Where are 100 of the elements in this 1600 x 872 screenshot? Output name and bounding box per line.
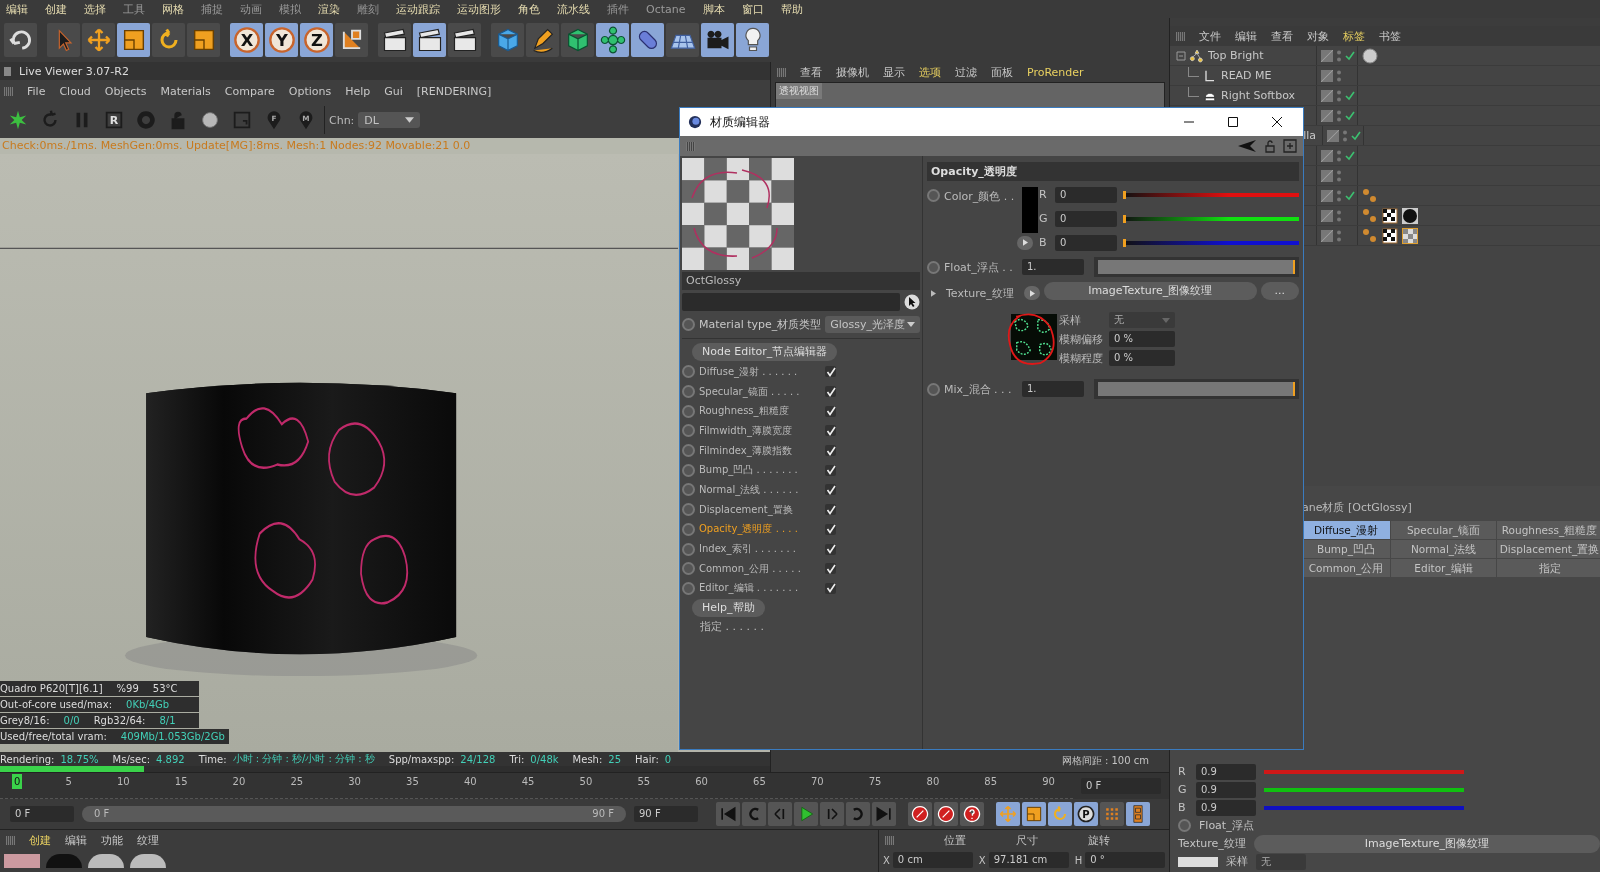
- channel-tab[interactable]: Normal_法线: [1391, 540, 1496, 558]
- layer-swatch-icon[interactable]: [1321, 109, 1333, 122]
- expand-button[interactable]: [1024, 286, 1040, 300]
- radio-icon[interactable]: [682, 503, 695, 517]
- channel-checkbox[interactable]: [825, 582, 836, 594]
- cursor-icon[interactable]: [904, 294, 920, 310]
- camera-tool-button[interactable]: [701, 23, 734, 57]
- visibility-dots-icon[interactable]: [1336, 108, 1342, 123]
- visibility-dots-icon[interactable]: [1336, 68, 1342, 83]
- channel-item[interactable]: Opacity_透明度 . . . .: [699, 522, 821, 537]
- menu-item[interactable]: Help: [345, 84, 371, 98]
- radio-icon[interactable]: [682, 404, 695, 418]
- channel-value-field[interactable]: 0: [1055, 210, 1117, 227]
- checker-tag-icon[interactable]: [1382, 207, 1398, 224]
- record-key-button[interactable]: [934, 802, 958, 826]
- check-icon[interactable]: [1345, 50, 1355, 61]
- channel-checkbox[interactable]: [825, 445, 836, 457]
- menu-item[interactable]: Gui: [384, 84, 403, 98]
- channel-checkbox[interactable]: [825, 405, 836, 417]
- scale-tool-button[interactable]: [187, 23, 220, 57]
- channel-item[interactable]: Editor_编辑 . . . . . . .: [699, 581, 821, 596]
- channel-tab[interactable]: 指定: [1497, 559, 1600, 577]
- scale-button[interactable]: [1022, 802, 1046, 826]
- menu-item[interactable]: 选项: [919, 64, 941, 80]
- new-panel-icon[interactable]: [1283, 139, 1297, 153]
- menu-item[interactable]: 帮助: [780, 1, 803, 17]
- coordinate-field[interactable]: 97.181 cm: [988, 852, 1069, 868]
- menu-item[interactable]: 标签: [1343, 28, 1365, 44]
- grip-icon[interactable]: [4, 86, 13, 96]
- channel-checkbox[interactable]: [825, 504, 836, 516]
- clapperboard-tool-button[interactable]: [378, 23, 411, 57]
- channel-checkbox[interactable]: [825, 563, 836, 575]
- dots-tag-icon[interactable]: [1362, 187, 1378, 204]
- more-button[interactable]: ...: [1260, 282, 1299, 300]
- visibility-dots-icon[interactable]: [1336, 148, 1342, 163]
- radio-icon[interactable]: [682, 424, 695, 438]
- color-slider[interactable]: [1264, 769, 1464, 774]
- slider-knob[interactable]: [1123, 190, 1126, 199]
- menu-item[interactable]: 创建: [45, 1, 67, 17]
- material-name-field[interactable]: OctGlossy: [682, 272, 920, 290]
- visibility-dots-icon[interactable]: [1336, 208, 1342, 223]
- slider-knob[interactable]: [1123, 238, 1126, 247]
- menu-item[interactable]: 选择: [84, 1, 106, 17]
- layer-swatch-icon[interactable]: [1321, 229, 1333, 242]
- object-name[interactable]: Right Softbox: [1221, 89, 1296, 102]
- menu-item[interactable]: Compare: [224, 84, 275, 98]
- check-icon[interactable]: [1345, 150, 1355, 161]
- channel-checkbox[interactable]: [825, 543, 836, 555]
- channel-item[interactable]: Roughness_粗糙度: [699, 404, 821, 419]
- texture-button[interactable]: ImageTexture_图像纹理: [1253, 835, 1600, 853]
- radio-icon[interactable]: [1178, 819, 1191, 832]
- mix-value-field[interactable]: 1.: [1022, 381, 1084, 397]
- channel-tab[interactable]: Specular_镜面: [1391, 521, 1496, 539]
- radio-icon[interactable]: [682, 444, 695, 458]
- back-arrow-icon[interactable]: [1237, 139, 1257, 153]
- material-thumbnail[interactable]: [130, 854, 166, 868]
- color-slider-track[interactable]: [1123, 240, 1299, 245]
- channel-value-field[interactable]: 0.9: [1196, 799, 1256, 816]
- channel-item[interactable]: Filmindex_薄膜指数: [699, 443, 821, 458]
- object-name[interactable]: READ ME: [1221, 69, 1272, 82]
- sphere-tag-icon[interactable]: [1362, 47, 1378, 64]
- timeline-ruler[interactable]: 0 5 10 15 20 25 30 35 40 45 50 55 60 65 70 75 80 85 90: [0, 773, 1073, 799]
- material-thumbnail[interactable]: [46, 854, 82, 868]
- visibility-dots-icon[interactable]: [1336, 228, 1342, 243]
- radio-icon[interactable]: [682, 483, 695, 497]
- menu-item[interactable]: 渲染: [318, 1, 340, 17]
- start-frame-field[interactable]: 0 F: [10, 806, 74, 822]
- help-key-button[interactable]: [960, 802, 984, 826]
- pen-tool-button[interactable]: [526, 23, 559, 57]
- parameter-field[interactable]: 0 %: [1109, 350, 1175, 366]
- cursor-tool-button[interactable]: [47, 23, 80, 57]
- step-back-button[interactable]: [768, 802, 792, 826]
- material-type-dropdown[interactable]: Glossy_光泽度: [825, 315, 920, 333]
- channel-tab[interactable]: Editor_编辑: [1391, 559, 1496, 577]
- skip-start-button[interactable]: [716, 802, 740, 826]
- color-swatch[interactable]: [1022, 187, 1038, 233]
- dot-grid-button[interactable]: [1100, 802, 1124, 826]
- channel-checkbox[interactable]: [825, 425, 836, 437]
- record-key-button[interactable]: [908, 802, 932, 826]
- menu-item[interactable]: 显示: [883, 64, 905, 80]
- menu-item[interactable]: 动画: [240, 1, 262, 17]
- channel-checkbox[interactable]: [825, 484, 836, 496]
- check-icon[interactable]: [1351, 130, 1361, 141]
- grip-icon[interactable]: [777, 67, 786, 77]
- channel-checkbox[interactable]: [825, 464, 836, 476]
- menu-item[interactable]: 雕刻: [357, 1, 379, 17]
- slider-knob[interactable]: [1123, 214, 1126, 223]
- menu-item[interactable]: Cloud: [59, 84, 91, 98]
- object-name[interactable]: lla: [1303, 129, 1316, 142]
- channel-checkbox[interactable]: [825, 523, 836, 535]
- channel-value-field[interactable]: 0.9: [1196, 763, 1256, 780]
- visibility-dots-icon[interactable]: [1336, 48, 1342, 63]
- layer-swatch-icon[interactable]: [1321, 69, 1333, 82]
- material-thumbnail[interactable]: [88, 854, 124, 868]
- layer-swatch-icon[interactable]: [1321, 149, 1333, 162]
- menu-item[interactable]: 书签: [1379, 28, 1401, 44]
- channel-item[interactable]: Diffuse_漫射 . . . . . .: [699, 364, 821, 379]
- channel-item[interactable]: Normal_法线 . . . . . .: [699, 482, 821, 497]
- clapperboard-tool-button[interactable]: [413, 23, 446, 57]
- radio-icon[interactable]: [927, 382, 940, 396]
